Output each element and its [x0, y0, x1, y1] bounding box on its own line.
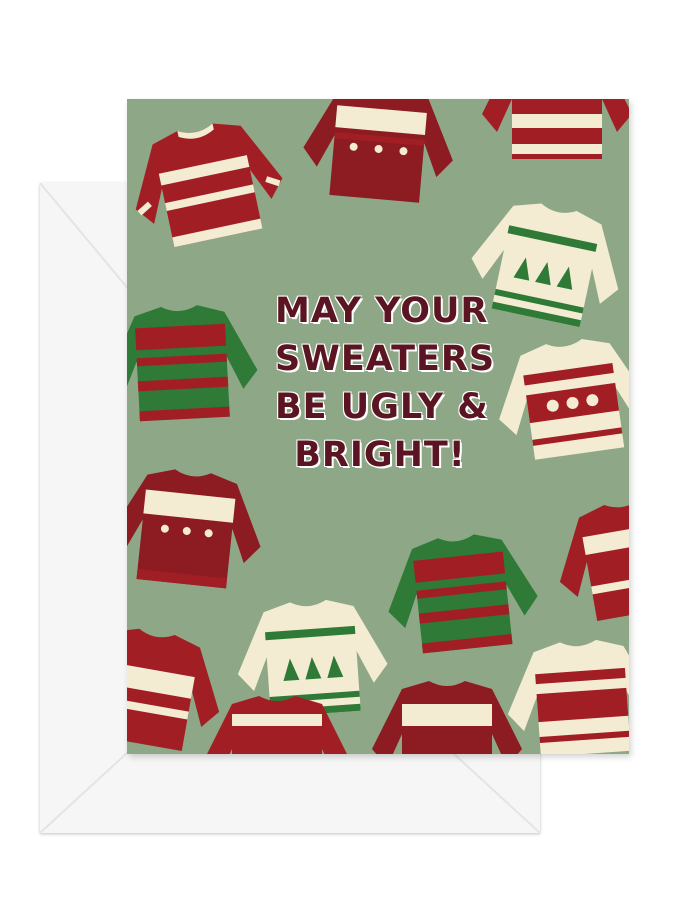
message-line-1: MAY YOUR	[275, 291, 489, 331]
sweater-green-center	[381, 528, 543, 657]
sweater-red-top-right	[482, 99, 629, 159]
sweater-green-left	[127, 302, 260, 423]
sweater-cream-red-bottom-right	[503, 635, 629, 754]
message-line-3: BE UGLY &	[275, 387, 489, 427]
sweater-dark-red-left	[127, 463, 268, 592]
sweater-cream-red-right	[489, 331, 629, 464]
message-line-4: BRIGHT!	[294, 435, 466, 475]
sweater-dark-red-bottom	[372, 681, 522, 754]
greeting-card: MAY YOUR SWEATERS BE UGLY & BRIGHT!	[127, 99, 629, 754]
sweater-dark-red-top	[299, 99, 459, 206]
sweater-red-1	[127, 111, 292, 254]
sweater-red-bottom-left	[127, 618, 231, 754]
message-line-2: SWEATERS	[275, 339, 496, 379]
sweater-red-right-edge	[548, 488, 629, 627]
card-message: MAY YOUR SWEATERS BE UGLY & BRIGHT!	[275, 287, 496, 479]
